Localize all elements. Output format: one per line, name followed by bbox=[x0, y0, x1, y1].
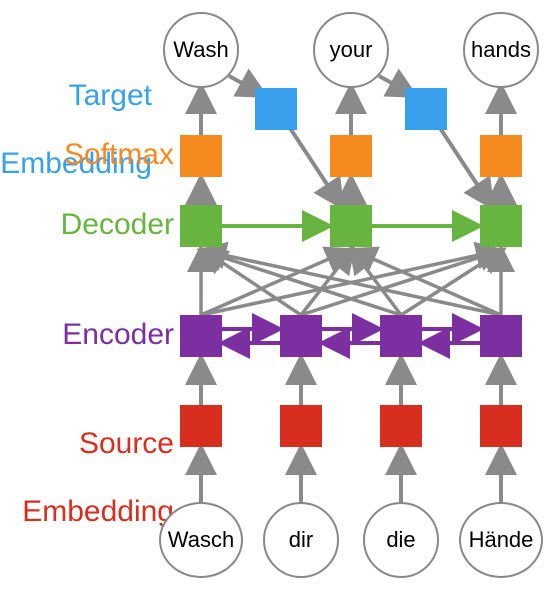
token-text: hands bbox=[471, 37, 531, 63]
label-target-embedding: Target Embedding bbox=[0, 45, 152, 215]
nmt-diagram: Target Embedding Softmax Decoder Encoder… bbox=[0, 0, 552, 606]
input-token: Hände bbox=[459, 502, 543, 578]
label-encoder: Encoder bbox=[62, 318, 174, 352]
encoder-node bbox=[180, 315, 222, 357]
token-text: Wasch bbox=[168, 527, 234, 553]
label-text: Target bbox=[69, 79, 152, 112]
target-embedding-node bbox=[405, 88, 447, 130]
source-embedding-node bbox=[380, 405, 422, 447]
source-embedding-node bbox=[280, 405, 322, 447]
decoder-node bbox=[180, 205, 222, 247]
label-text: Source bbox=[79, 427, 174, 460]
label-source-embedding: Source Embedding bbox=[0, 393, 174, 563]
target-embedding-node bbox=[255, 88, 297, 130]
label-softmax: Softmax bbox=[64, 138, 174, 172]
token-text: die bbox=[386, 527, 415, 553]
token-text: Hände bbox=[469, 527, 534, 553]
input-token: Wasch bbox=[159, 502, 243, 578]
input-token: die bbox=[363, 502, 439, 578]
label-text: Embedding bbox=[22, 495, 174, 528]
softmax-node bbox=[480, 135, 522, 177]
output-token: Wash bbox=[163, 12, 239, 88]
source-embedding-node bbox=[480, 405, 522, 447]
source-embedding-node bbox=[180, 405, 222, 447]
token-text: dir bbox=[289, 527, 313, 553]
encoder-node bbox=[280, 315, 322, 357]
encoder-node bbox=[480, 315, 522, 357]
token-text: Wash bbox=[173, 37, 228, 63]
decoder-node bbox=[330, 205, 372, 247]
token-text: your bbox=[330, 37, 373, 63]
output-token: your bbox=[313, 12, 389, 88]
output-token: hands bbox=[463, 12, 539, 88]
softmax-node bbox=[180, 135, 222, 177]
input-token: dir bbox=[263, 502, 339, 578]
label-decoder: Decoder bbox=[61, 208, 174, 242]
decoder-node bbox=[480, 205, 522, 247]
encoder-node bbox=[380, 315, 422, 357]
softmax-node bbox=[330, 135, 372, 177]
